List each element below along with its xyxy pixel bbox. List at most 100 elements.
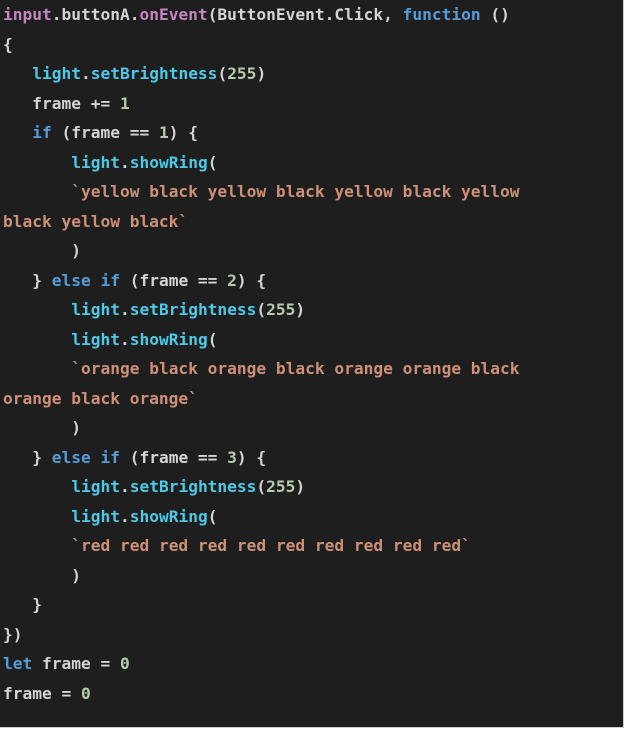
code-line: orange black orange` — [3, 384, 623, 414]
code-token: ) — [256, 64, 267, 83]
code-token: 2 — [227, 270, 237, 290]
code-token: 255 — [227, 64, 257, 83]
code-token: onEvent — [139, 5, 208, 24]
code-line: `orange black orange black orange orange… — [3, 354, 623, 384]
code-token: . — [119, 329, 130, 349]
code-token: ) — [295, 300, 306, 319]
code-token: 1 — [119, 93, 130, 113]
code-line: { — [3, 30, 623, 60]
code-token: . — [80, 64, 91, 83]
code-token: } — [3, 270, 52, 290]
code-token: 255 — [266, 300, 296, 319]
code-line: light.setBrightness(255) — [3, 472, 623, 502]
code-token: 255 — [266, 477, 296, 496]
code-token: `yellow black yellow black yellow black … — [71, 182, 520, 201]
code-line: ) — [3, 561, 623, 591]
code-line: frame += 1 — [3, 89, 623, 119]
code-line: ) — [3, 413, 623, 443]
code-token: . — [119, 300, 130, 319]
code-token: light — [71, 506, 120, 526]
code-token: ( — [207, 152, 218, 172]
code-token: orange black orange` — [3, 388, 198, 408]
code-token: ) — [3, 565, 81, 585]
code-token: ) — [295, 477, 306, 496]
code-line: frame = 0 — [3, 679, 623, 709]
code-token: ( — [256, 477, 267, 496]
code-token: light — [71, 152, 120, 172]
code-token: 0 — [80, 683, 91, 703]
code-token: ( — [217, 64, 228, 83]
code-token: frame = — [3, 683, 81, 703]
code-token: input — [3, 5, 52, 24]
code-line: light.setBrightness(255) — [3, 59, 623, 89]
code-token: 0 — [119, 654, 130, 673]
code-editor[interactable]: input.buttonA.onEvent(ButtonEvent.Click,… — [0, 0, 624, 728]
code-token: (frame == — [119, 270, 228, 290]
code-token: ) { — [236, 270, 267, 290]
code-token: ) { — [236, 447, 267, 467]
code-token: black yellow black` — [3, 211, 189, 231]
code-token: .buttonA. — [51, 5, 140, 24]
code-line: } — [3, 590, 623, 620]
code-token: } — [3, 595, 42, 614]
code-token: } — [3, 447, 52, 467]
code-token: light — [71, 477, 120, 496]
code-token: ( — [207, 329, 218, 349]
code-token: else if — [51, 447, 120, 467]
code-token: showRing — [129, 329, 208, 349]
code-line: light.setBrightness(255) — [3, 295, 623, 325]
code-token: showRing — [129, 506, 208, 526]
code-token: { — [3, 34, 13, 54]
code-token: setBrightness — [90, 64, 218, 83]
code-token: (ButtonEvent.Click, — [207, 5, 403, 24]
code-block[interactable]: input.buttonA.onEvent(ButtonEvent.Click,… — [0, 0, 623, 708]
code-token: light — [32, 64, 81, 83]
code-token: setBrightness — [129, 300, 257, 319]
code-line: black yellow black` — [3, 207, 623, 237]
code-token: let — [3, 654, 33, 673]
code-token: `orange black orange black orange orange… — [71, 359, 520, 378]
code-line: let frame = 0 — [3, 649, 623, 679]
code-token: showRing — [129, 152, 208, 172]
code-token: ) { — [168, 123, 198, 142]
code-token: `red red red red red red red red red red… — [71, 536, 471, 555]
code-token: ) — [3, 418, 81, 437]
code-token: . — [119, 477, 130, 496]
code-line: light.showRing( — [3, 148, 623, 178]
code-line: input.buttonA.onEvent(ButtonEvent.Click,… — [3, 0, 623, 30]
code-token: if — [32, 123, 52, 142]
code-line: light.showRing( — [3, 325, 623, 355]
code-line: } else if (frame == 3) { — [3, 443, 623, 473]
code-token: function — [402, 5, 481, 24]
code-token: frame += — [3, 93, 120, 113]
code-token: () — [480, 5, 510, 24]
code-line: }) — [3, 620, 623, 650]
code-token: 1 — [158, 123, 169, 142]
code-token: }) — [3, 624, 23, 644]
code-line: if (frame == 1) { — [3, 118, 623, 148]
code-line: `yellow black yellow black yellow black … — [3, 177, 623, 207]
code-token: (frame == — [51, 123, 159, 142]
code-token: . — [119, 152, 130, 172]
code-line: `red red red red red red red red red red… — [3, 531, 623, 561]
code-token: light — [71, 300, 120, 319]
code-line: ) — [3, 236, 623, 266]
code-token: frame = — [32, 654, 120, 673]
code-token: setBrightness — [129, 477, 257, 496]
code-token: . — [119, 506, 130, 526]
code-token: ( — [256, 300, 267, 319]
code-token: (frame == — [119, 447, 228, 467]
code-token: light — [71, 329, 120, 349]
code-token: 3 — [227, 447, 237, 467]
code-line: light.showRing( — [3, 502, 623, 532]
